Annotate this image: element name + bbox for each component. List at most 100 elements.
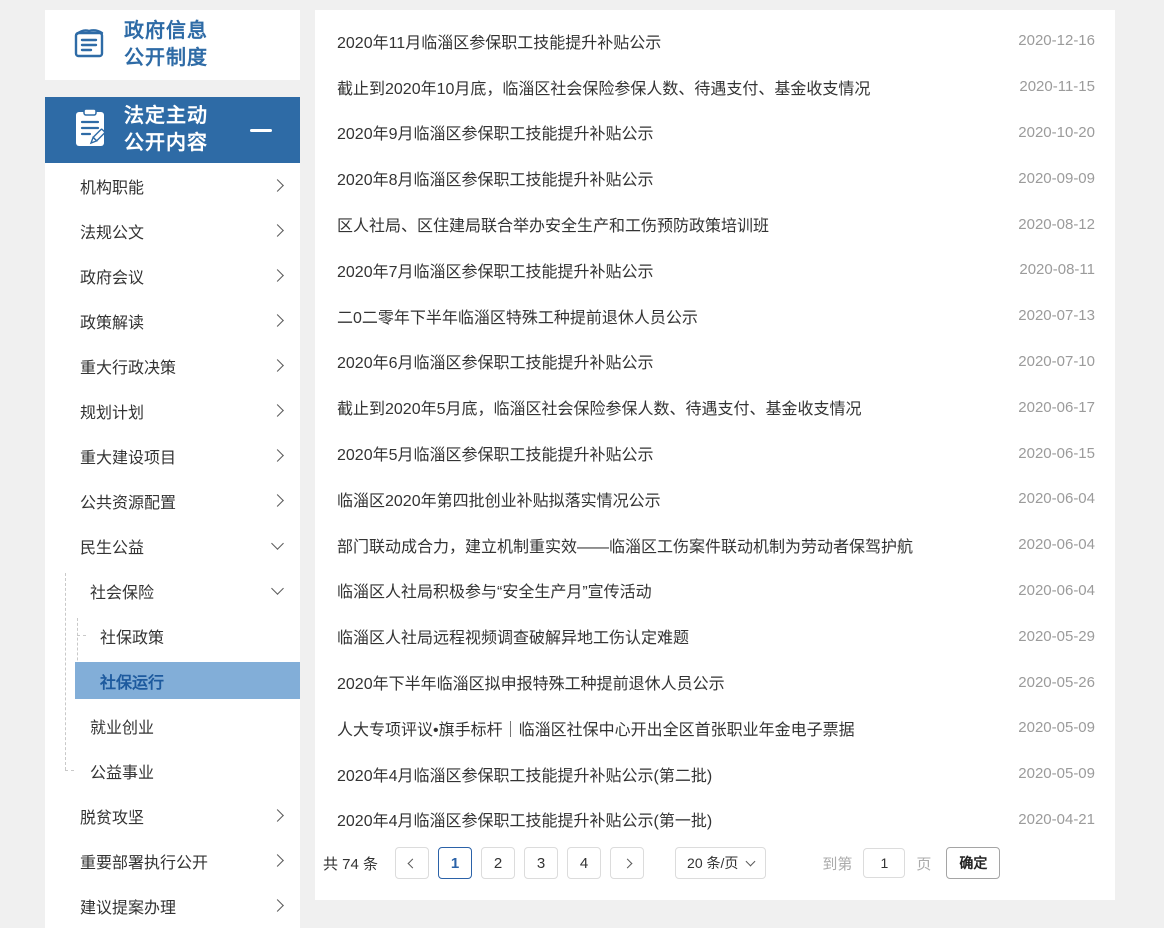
- sidebar-item-public-welfare[interactable]: 公益事业: [45, 748, 300, 793]
- article-title[interactable]: 人大专项评议•旗手标杆｜临淄区社保中心开出全区首张职业年金电子票据: [337, 716, 855, 740]
- article-date: 2020-06-04: [1018, 582, 1095, 599]
- sidebar-item-employment[interactable]: 就业创业: [45, 703, 300, 748]
- legal-disclosure-header[interactable]: 法定主动 公开内容: [45, 97, 300, 163]
- sidebar-item-label: 脱贫攻坚: [80, 804, 144, 828]
- section-header-title: 法定主动 公开内容: [124, 103, 208, 157]
- article-title[interactable]: 区人社局、区住建局联合举办安全生产和工伤预防政策培训班: [337, 212, 769, 236]
- confirm-button[interactable]: 确定: [946, 847, 1000, 879]
- chevron-right-icon: [271, 359, 284, 372]
- article-title[interactable]: 2020年8月临淄区参保职工技能提升补贴公示: [337, 166, 654, 190]
- list-item[interactable]: 2020年7月临淄区参保职工技能提升补贴公示 2020-08-11: [337, 247, 1095, 293]
- article-title[interactable]: 临淄区人社局远程视频调查破解异地工伤认定难题: [337, 624, 689, 648]
- info-disclosure-card[interactable]: 政府信息 公开制度: [45, 10, 300, 80]
- chevron-right-icon: [271, 809, 284, 822]
- article-title[interactable]: 临淄区2020年第四批创业补贴拟落实情况公示: [337, 487, 661, 511]
- sidebar-item-label: 建议提案办理: [80, 894, 176, 918]
- sidebar-item-major-projects[interactable]: 重大建设项目: [45, 433, 300, 478]
- sidebar-item-proposals[interactable]: 建议提案办理: [45, 883, 300, 928]
- sidebar-item-planning[interactable]: 规划计划: [45, 388, 300, 433]
- page-button-2[interactable]: 2: [481, 847, 515, 879]
- list-item[interactable]: 临淄区人社局远程视频调查破解异地工伤认定难题 2020-05-29: [337, 613, 1095, 659]
- article-title[interactable]: 2020年5月临淄区参保职工技能提升补贴公示: [337, 441, 654, 465]
- article-date: 2020-06-04: [1018, 536, 1095, 553]
- list-item[interactable]: 二0二零年下半年临淄区特殊工种提前退休人员公示 2020-07-13: [337, 293, 1095, 339]
- sidebar-item-major-decisions[interactable]: 重大行政决策: [45, 343, 300, 388]
- sidebar-item-label: 公共资源配置: [80, 489, 176, 513]
- sidebar-item-policy-interpretation[interactable]: 政策解读: [45, 298, 300, 343]
- article-date: 2020-08-12: [1018, 216, 1095, 233]
- list-item[interactable]: 2020年5月临淄区参保职工技能提升补贴公示 2020-06-15: [337, 430, 1095, 476]
- list-item[interactable]: 人大专项评议•旗手标杆｜临淄区社保中心开出全区首张职业年金电子票据 2020-0…: [337, 705, 1095, 751]
- page-button-1[interactable]: 1: [438, 847, 472, 879]
- sidebar-menu: 机构职能 法规公文 政府会议 政策解读 重大行政决策 规划计划 重大建设项目 公…: [45, 163, 300, 928]
- chevron-down-icon: [271, 537, 284, 550]
- next-page-button[interactable]: [610, 847, 644, 879]
- chevron-right-icon: [271, 314, 284, 327]
- article-date: 2020-06-17: [1018, 399, 1095, 416]
- article-date: 2020-08-11: [1019, 261, 1095, 278]
- sidebar-item-public-resources[interactable]: 公共资源配置: [45, 478, 300, 523]
- article-title[interactable]: 2020年4月临淄区参保职工技能提升补贴公示(第一批): [337, 807, 712, 831]
- list-item[interactable]: 区人社局、区住建局联合举办安全生产和工伤预防政策培训班 2020-08-12: [337, 201, 1095, 247]
- sidebar-item-organization[interactable]: 机构职能: [45, 163, 300, 208]
- article-title[interactable]: 临淄区人社局积极参与“安全生产月”宣传活动: [337, 578, 652, 602]
- sidebar-item-livelihood[interactable]: 民生公益: [45, 523, 300, 568]
- sidebar-item-poverty-alleviation[interactable]: 脱贫攻坚: [45, 793, 300, 838]
- article-date: 2020-05-26: [1018, 674, 1095, 691]
- article-title[interactable]: 2020年4月临淄区参保职工技能提升补贴公示(第二批): [337, 762, 712, 786]
- list-item[interactable]: 截止到2020年5月底，临淄区社会保险参保人数、待遇支付、基金收支情况 2020…: [337, 384, 1095, 430]
- goto-unit-label: 页: [916, 853, 931, 874]
- sidebar-item-gov-meetings[interactable]: 政府会议: [45, 253, 300, 298]
- article-title[interactable]: 部门联动成合力，建立机制重实效——临淄区工伤案件联动机制为劳动者保驾护航: [337, 533, 913, 557]
- article-date: 2020-04-21: [1018, 811, 1095, 828]
- article-date: 2020-05-09: [1018, 719, 1095, 736]
- sidebar-item-regulations[interactable]: 法规公文: [45, 208, 300, 253]
- info-card-title: 政府信息 公开制度: [124, 18, 208, 72]
- sidebar-item-social-insurance[interactable]: 社会保险: [45, 568, 300, 613]
- page-size-value: 20 条/页: [687, 853, 738, 873]
- list-item[interactable]: 2020年下半年临淄区拟申报特殊工种提前退休人员公示 2020-05-26: [337, 659, 1095, 705]
- list-item[interactable]: 截止到2020年10月底，临淄区社会保险参保人数、待遇支付、基金收支情况 202…: [337, 64, 1095, 110]
- list-item[interactable]: 临淄区2020年第四批创业补贴拟落实情况公示 2020-06-04: [337, 476, 1095, 522]
- chevron-right-icon: [271, 494, 284, 507]
- list-item[interactable]: 部门联动成合力，建立机制重实效——临淄区工伤案件联动机制为劳动者保驾护航 202…: [337, 522, 1095, 568]
- article-title[interactable]: 2020年下半年临淄区拟申报特殊工种提前退休人员公示: [337, 670, 725, 694]
- sidebar-item-label: 社保运行: [100, 669, 164, 693]
- list-item[interactable]: 2020年4月临淄区参保职工技能提升补贴公示(第一批) 2020-04-21: [337, 797, 1095, 843]
- article-title[interactable]: 截止到2020年10月底，临淄区社会保险参保人数、待遇支付、基金收支情况: [337, 75, 870, 99]
- chevron-right-icon: [271, 899, 284, 912]
- prev-page-button[interactable]: [395, 847, 429, 879]
- list-item[interactable]: 2020年8月临淄区参保职工技能提升补贴公示 2020-09-09: [337, 155, 1095, 201]
- sidebar-item-social-insurance-policy[interactable]: 社保政策: [45, 613, 300, 658]
- article-title[interactable]: 2020年11月临淄区参保职工技能提升补贴公示: [337, 29, 661, 53]
- list-item[interactable]: 2020年4月临淄区参保职工技能提升补贴公示(第二批) 2020-05-09: [337, 751, 1095, 797]
- collapse-minus-icon[interactable]: [250, 129, 272, 132]
- clipboard-pen-icon: [71, 107, 109, 154]
- article-date: 2020-07-10: [1018, 353, 1095, 370]
- article-title[interactable]: 2020年9月临淄区参保职工技能提升补贴公示: [337, 120, 654, 144]
- chevron-right-icon: [271, 854, 284, 867]
- list-item[interactable]: 2020年6月临淄区参保职工技能提升补贴公示 2020-07-10: [337, 339, 1095, 385]
- goto-page-input[interactable]: [863, 848, 905, 878]
- list-item[interactable]: 临淄区人社局积极参与“安全生产月”宣传活动 2020-06-04: [337, 568, 1095, 614]
- article-title[interactable]: 2020年7月临淄区参保职工技能提升补贴公示: [337, 258, 654, 282]
- article-title[interactable]: 截止到2020年5月底，临淄区社会保险参保人数、待遇支付、基金收支情况: [337, 395, 862, 419]
- sidebar-item-deployment-execution[interactable]: 重要部署执行公开: [45, 838, 300, 883]
- article-date: 2020-05-29: [1018, 628, 1095, 645]
- sidebar-item-label: 社会保险: [90, 579, 154, 603]
- chevron-down-icon: [746, 856, 756, 866]
- article-date: 2020-09-09: [1018, 170, 1095, 187]
- list-item[interactable]: 2020年11月临淄区参保职工技能提升补贴公示 2020-12-16: [337, 18, 1095, 64]
- info-card-title-line2: 公开制度: [124, 45, 208, 72]
- sidebar-item-label: 规划计划: [80, 399, 144, 423]
- article-title[interactable]: 2020年6月临淄区参保职工技能提升补贴公示: [337, 349, 654, 373]
- list-item[interactable]: 2020年9月临淄区参保职工技能提升补贴公示 2020-10-20: [337, 110, 1095, 156]
- section-header-title-line2: 公开内容: [124, 130, 208, 157]
- article-title[interactable]: 二0二零年下半年临淄区特殊工种提前退休人员公示: [337, 304, 698, 328]
- sidebar-item-social-insurance-operation[interactable]: 社保运行: [45, 658, 300, 703]
- sidebar-item-label: 法规公文: [80, 219, 144, 243]
- page-button-3[interactable]: 3: [524, 847, 558, 879]
- page-button-4[interactable]: 4: [567, 847, 601, 879]
- goto-label: 到第: [822, 853, 852, 874]
- page-size-select[interactable]: 20 条/页: [675, 847, 766, 879]
